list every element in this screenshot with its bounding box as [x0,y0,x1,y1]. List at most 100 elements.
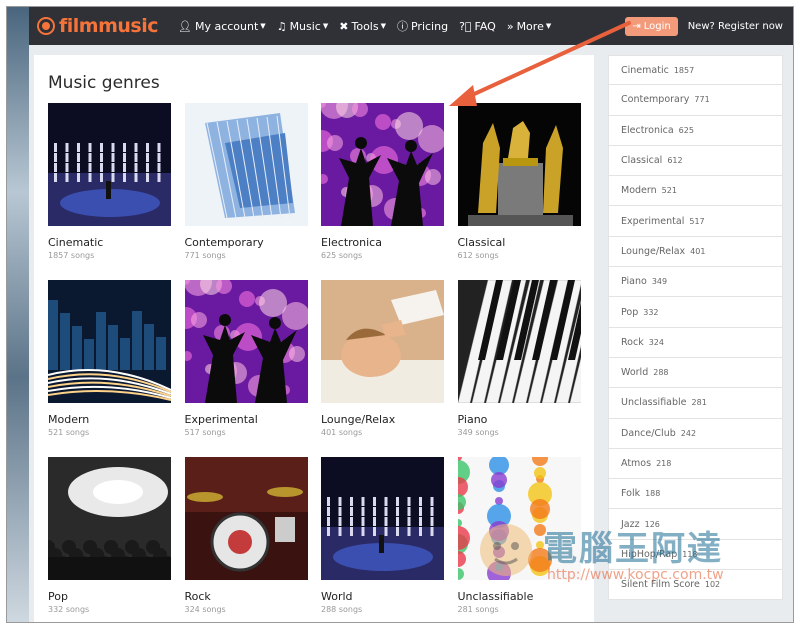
genre-name[interactable]: Experimental [185,413,308,426]
sidebar-genre-count: 1857 [673,65,695,75]
dancing-silhouettes-image[interactable] [321,103,444,226]
genre-song-count: 625 songs [321,251,363,260]
genre-name[interactable]: Contemporary [185,236,308,249]
nav-music[interactable]: ♫ Music ▼ [277,20,329,33]
nav-label: FAQ [474,19,496,33]
info-icon: ⓘ [396,20,408,33]
sidebar-genre-label: Folk [621,488,641,500]
genre-song-count: 349 songs [457,428,499,437]
genre-card[interactable]: Pop 332 songs [48,457,171,614]
sidebar-genre-item[interactable]: Folk 188 [608,479,783,510]
genre-card[interactable]: Cinematic 1857 songs [48,103,171,260]
massage-image[interactable] [321,280,444,403]
genre-song-count: 771 songs [184,251,226,260]
sidebar-genre-item[interactable]: Rock 324 [608,327,783,358]
sidebar-genre-label: Silent Film Score [621,579,700,591]
site-logo[interactable]: filmmusic [39,15,159,37]
sidebar-genre-item[interactable]: Piano 349 [608,267,783,298]
login-button[interactable]: ⇥ Login [625,16,678,36]
night-city-image[interactable] [48,280,171,403]
sidebar-genre-item[interactable]: Pop 332 [608,297,783,328]
genre-card[interactable]: Modern 521 songs [48,280,171,437]
genre-name[interactable]: Cinematic [48,236,171,249]
genre-name[interactable]: Classical [458,236,581,249]
sidebar-genre-label: World [621,367,649,379]
sidebar-genre-item[interactable]: Cinematic 1857 [608,55,783,86]
sidebar-genre-count: 242 [680,428,697,438]
orchestra-stage-image[interactable] [321,457,444,580]
sidebar-genre-count: 118 [682,549,698,559]
nav-label: More [516,19,544,33]
genre-card[interactable]: Unclassifiable 281 songs [457,457,581,614]
sidebar-genre-label: Jazz [621,518,640,530]
golden-statues-image[interactable] [457,103,581,226]
sidebar-genre-item[interactable]: HipHop/Rap 118 [608,539,783,571]
genre-song-count: 612 songs [457,251,499,260]
drum-kit-image[interactable] [184,457,308,580]
orchestra-stage-image[interactable] [48,103,171,226]
genre-name[interactable]: Electronica [321,236,444,249]
sidebar-genre-item[interactable]: Silent Film Score 102 [608,570,783,601]
genre-name[interactable]: Rock [185,590,308,603]
sidebar-genre-count: 349 [651,277,668,287]
piano-keys-image[interactable] [457,280,581,403]
nav-label: My account [194,19,259,33]
paint-splash-image[interactable] [457,457,581,580]
caret-down-icon: ▼ [380,22,386,30]
sidebar-genre-count: 517 [689,216,705,226]
sidebar-genre-item[interactable]: Experimental 517 [608,206,783,237]
nav-label: Music [289,19,321,33]
sidebar-genre-count: 401 [690,246,706,256]
genre-card[interactable]: World 288 songs [321,457,444,614]
sidebar-genre-item[interactable]: Modern 521 [608,176,783,207]
dancing-silhouettes-image[interactable] [184,280,308,403]
screenshot-frame: filmmusic 👤︎ My account ▼ ♫ Music ▼ ✖ To… [6,6,794,623]
sidebar-genre-item[interactable]: Unclassifiable 281 [608,388,783,419]
genre-card[interactable]: Piano 349 songs [457,280,581,437]
caret-down-icon: ▼ [260,22,266,30]
genre-card[interactable]: Contemporary 771 songs [184,103,308,260]
genre-card[interactable]: Electronica 625 songs [321,103,444,260]
page-background [7,7,29,622]
nav-pricing[interactable]: ⓘ Pricing [397,18,448,34]
genre-name[interactable]: Piano [458,413,581,426]
sidebar-genre-count: 218 [656,459,672,468]
nav-more[interactable]: » More ▼ [507,20,551,33]
concert-crowd-image[interactable] [48,457,171,580]
sidebar-genre-item[interactable]: Atmos 218 [608,448,783,480]
genre-name[interactable]: Pop [48,590,171,603]
sidebar-genre-label: Dance/Club [621,427,676,439]
genre-song-count: 324 songs [184,605,226,614]
genre-name[interactable]: Modern [48,413,171,426]
glass-building-image[interactable] [184,103,308,226]
register-link[interactable]: New? Register now [688,21,783,32]
sidebar-genre-label: Piano [621,276,647,288]
sidebar-genre-item[interactable]: Classical 612 [608,145,783,177]
nav-my-account[interactable]: 👤︎ My account ▼ [178,20,266,33]
genre-card[interactable]: Experimental 517 songs [184,280,308,437]
sidebar-genre-item[interactable]: Lounge/Relax 401 [608,236,783,268]
genre-name[interactable]: World [321,590,444,603]
sidebar-genre-label: Modern [621,185,657,197]
genre-card[interactable]: Rock 324 songs [184,457,308,614]
genre-song-count: 401 songs [321,428,363,437]
genre-name[interactable]: Lounge/Relax [321,413,444,426]
nav-tools[interactable]: ✖ Tools ▼ [339,20,386,33]
genre-card[interactable]: Lounge/Relax 401 songs [321,280,444,437]
sidebar-genre-count: 625 [678,125,694,135]
nav-faq[interactable]: ?⃝ FAQ [459,20,496,33]
sidebar-genre-label: Classical [621,155,663,167]
sidebar-genre-item[interactable]: Contemporary 771 [608,85,783,116]
sidebar-genre-item[interactable]: World 288 [608,357,783,389]
sidebar-genre-item[interactable]: Dance/Club 242 [608,418,783,449]
sidebar-genre-item[interactable]: Jazz 126 [608,509,783,540]
user-icon: 👤︎ [178,19,192,33]
genres-panel: Music genres Cinematic 1857 songs Contempo… [34,55,594,622]
login-label: Login [643,20,671,32]
genre-card[interactable]: Classical 612 songs [457,103,581,260]
sidebar-genre-label: Electronica [621,124,674,136]
top-navbar: filmmusic 👤︎ My account ▼ ♫ Music ▼ ✖ To… [29,7,793,45]
sidebar-genre-item[interactable]: Electronica 625 [608,115,783,146]
double-chevron-icon: » [506,19,514,33]
genre-name[interactable]: Unclassifiable [458,590,581,603]
